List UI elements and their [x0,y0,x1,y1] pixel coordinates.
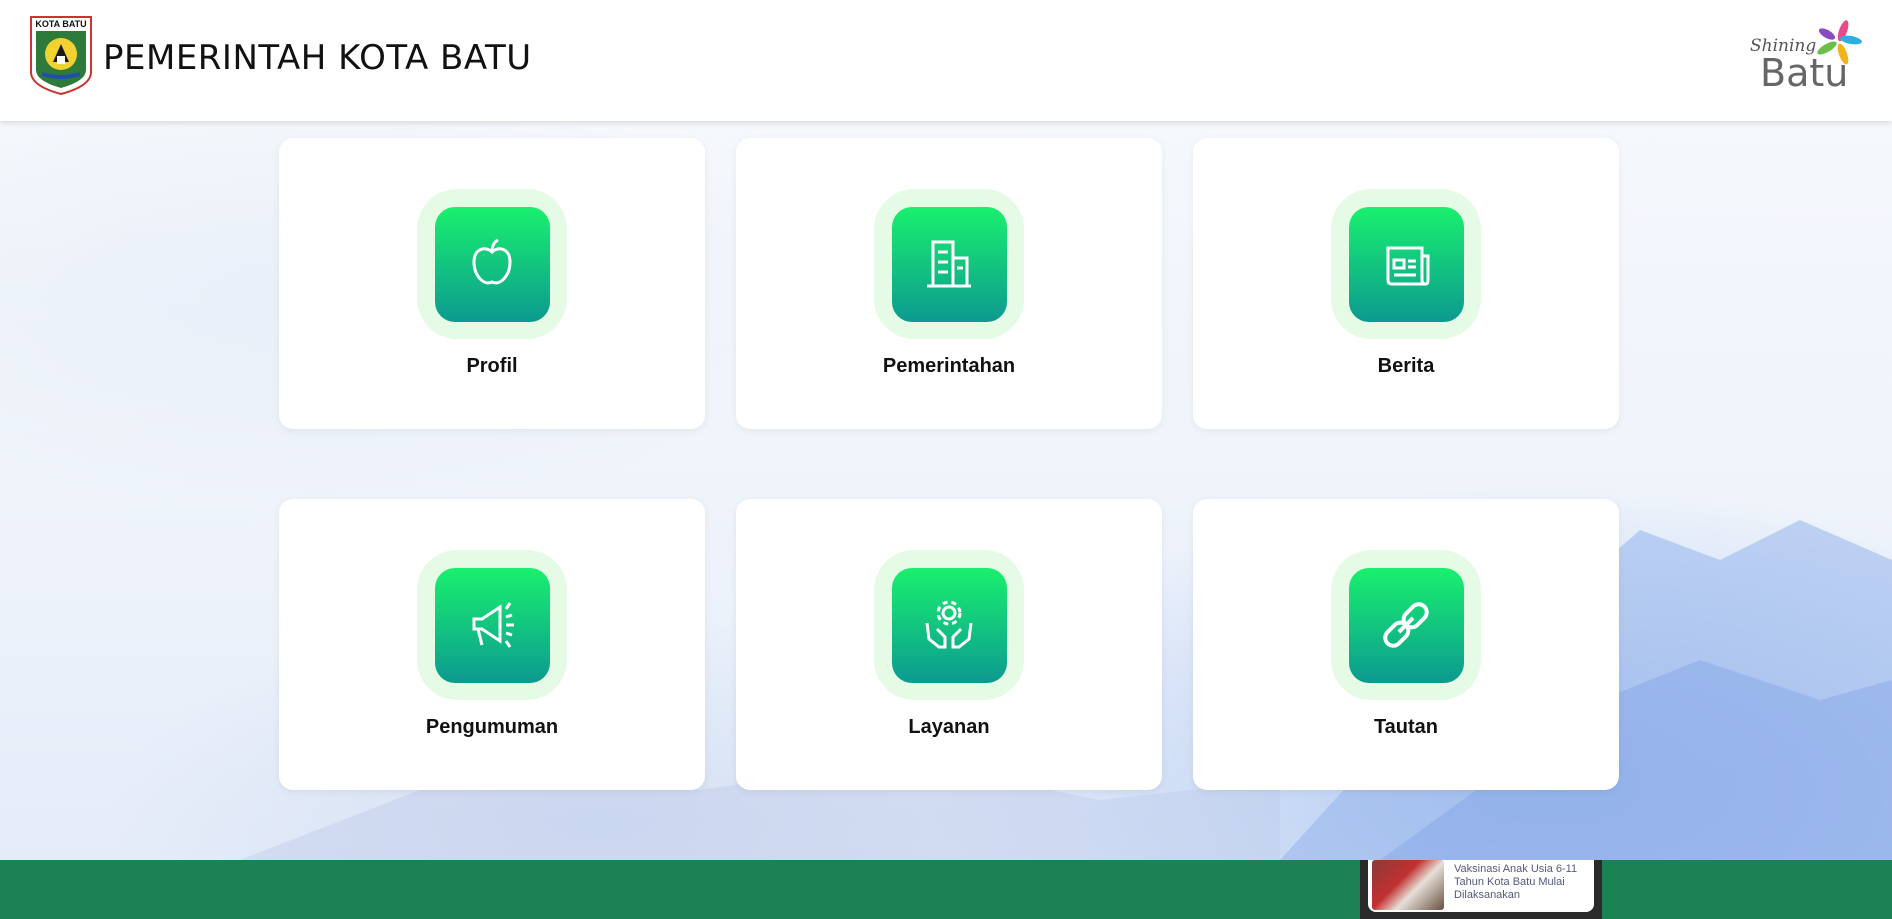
site-title: PEMERINTAH KOTA BATU [103,38,532,78]
footer-bar [0,860,1892,919]
news-thumbnail[interactable] [1372,860,1444,910]
newspaper-icon [1386,246,1430,286]
menu-card-pengumuman[interactable]: Pengumuman [279,499,705,790]
menu-label-pengumuman: Pengumuman [425,716,559,738]
news-item[interactable]: Vaksinasi Anak Usia 6-11 Tahun Kota Batu… [1368,860,1594,912]
news-ticker[interactable]: Vaksinasi Anak Usia 6-11 Tahun Kota Batu… [1360,860,1602,919]
menu-label-berita: Berita [1377,355,1435,377]
building-icon [927,240,971,288]
site-header: KOTA BATU PEMERINTAH KOTA BATU Shining B… [0,0,1892,121]
menu-card-pemerintahan[interactable]: Pemerintahan [736,138,1162,429]
apple-icon [472,238,512,285]
menu-label-profil: Profil [466,355,518,377]
menu-label-layanan: Layanan [908,716,990,738]
menu-card-profil[interactable]: Profil [279,138,705,429]
kota-batu-emblem-icon[interactable]: KOTA BATU [28,14,94,96]
hands-gear-icon [925,600,973,649]
emblem-text: KOTA BATU [35,19,86,29]
menu-label-pemerintahan: Pemerintahan [882,355,1016,377]
menu-card-layanan[interactable]: Layanan [736,499,1162,790]
menu-card-berita[interactable]: Berita [1193,138,1619,429]
shining-batu-logo[interactable]: Shining Batu [1745,18,1865,95]
news-title[interactable]: Vaksinasi Anak Usia 6-11 Tahun Kota Batu… [1454,863,1590,902]
pinwheel-icon [1817,20,1862,65]
menu-card-tautan[interactable]: Tautan [1193,499,1619,790]
menu-label-tautan: Tautan [1373,716,1439,738]
megaphone-icon [472,602,514,648]
link-icon [1383,602,1429,648]
